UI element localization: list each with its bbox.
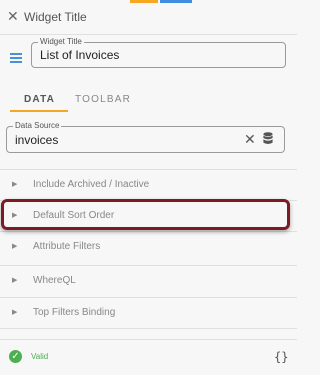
section-top-filters-binding[interactable]: ▶ Top Filters Binding: [0, 297, 297, 329]
panel-header: ✕ Widget Title: [0, 0, 297, 35]
section-label: WhereQL: [33, 275, 76, 286]
highlight-frame: [1, 199, 290, 230]
check-circle-icon: ✓: [9, 350, 22, 363]
clear-icon[interactable]: ✕: [244, 132, 256, 146]
section-divider: [0, 328, 297, 339]
expand-caret-icon: ▶: [12, 309, 18, 316]
widget-title-field[interactable]: Widget Title List of Invoices: [31, 37, 286, 68]
expand-caret-icon: ▶: [12, 277, 18, 284]
close-icon[interactable]: ✕: [7, 9, 19, 23]
widget-title-legend: Widget Title: [38, 37, 84, 47]
section-label: Top Filters Binding: [33, 307, 116, 318]
tab-bar: DATA TOOLBAR: [0, 88, 297, 114]
expand-caret-icon: ▶: [12, 181, 18, 188]
section-label: Include Archived / Inactive: [33, 179, 150, 190]
accent-bar-blue: [160, 0, 192, 3]
validation-status: Valid: [31, 352, 49, 361]
tab-data[interactable]: DATA: [24, 94, 55, 105]
data-source-legend: Data Source: [13, 121, 62, 131]
section-include-archived[interactable]: ▶ Include Archived / Inactive: [0, 169, 297, 201]
panel-title: Widget Title: [24, 10, 87, 24]
expand-caret-icon: ▶: [12, 243, 18, 250]
active-tab-indicator: [10, 110, 68, 112]
section-whereql[interactable]: ▶ WhereQL: [0, 265, 297, 297]
tab-toolbar[interactable]: TOOLBAR: [75, 94, 131, 105]
accent-bar-orange: [130, 0, 158, 3]
section-label: Attribute Filters: [33, 241, 101, 252]
widget-title-value[interactable]: List of Invoices: [40, 48, 119, 62]
database-icon[interactable]: [263, 132, 273, 145]
status-footer: ✓ Valid {}: [0, 339, 297, 375]
list-icon: [10, 53, 22, 65]
data-source-value[interactable]: invoices: [15, 133, 58, 147]
json-braces-icon[interactable]: {}: [274, 350, 288, 364]
section-attribute-filters[interactable]: ▶ Attribute Filters: [0, 231, 297, 263]
